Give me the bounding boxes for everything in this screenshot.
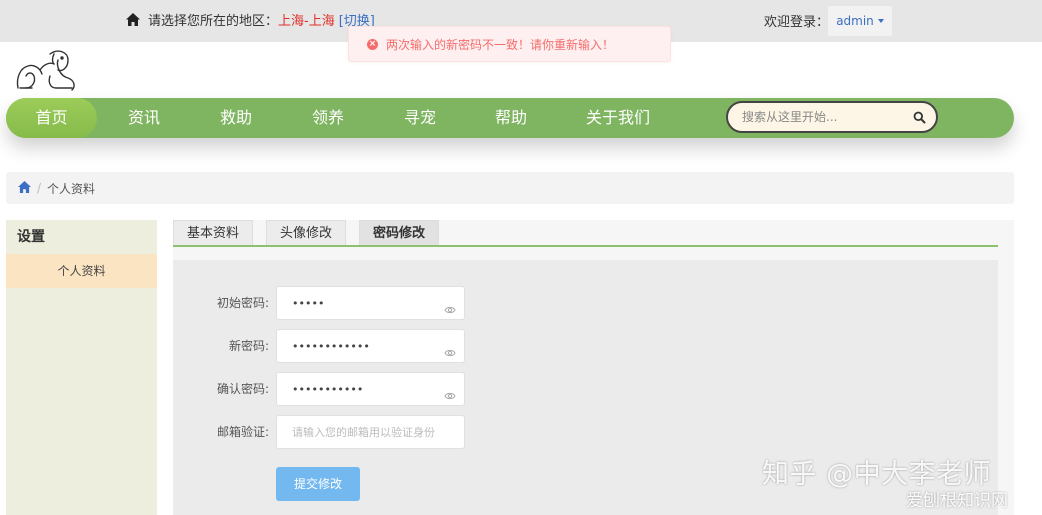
eye-icon[interactable] (444, 385, 456, 404)
old-password-label: 初始密码: (216, 296, 269, 310)
search-icon[interactable] (913, 109, 926, 128)
breadcrumb-current: 个人资料 (47, 181, 96, 196)
nav-item-news[interactable]: 资讯 (111, 98, 177, 138)
username: admin (836, 14, 874, 28)
tab-basic-info[interactable]: 基本资料 (173, 220, 253, 245)
new-password-field-wrap (276, 329, 465, 363)
watermark-site: 爱刨根知识网 (906, 491, 1008, 511)
site-logo[interactable] (14, 46, 80, 94)
old-password-field-wrap (276, 286, 465, 320)
toast-message: 两次输入的新密码不一致！请你重新输入！ (386, 37, 615, 52)
new-password-field[interactable] (290, 338, 440, 354)
error-circle-icon: × (367, 38, 378, 50)
region-city: 上海-上海 (278, 14, 335, 29)
region-prompt: 请选择您所在的地区： (148, 14, 279, 29)
tab-avatar[interactable]: 头像修改 (266, 220, 346, 245)
breadcrumb: / 个人资料 (6, 172, 1014, 204)
confirm-password-label: 确认密码: (216, 382, 269, 396)
email-code-field[interactable] (290, 424, 440, 440)
nav-item-adopt[interactable]: 领养 (295, 98, 361, 138)
nav-item-rescue[interactable]: 救助 (203, 98, 269, 138)
confirm-password-field-wrap (276, 372, 465, 406)
tab-password[interactable]: 密码修改 (359, 220, 439, 245)
sidebar-title: 设置 (17, 229, 45, 245)
tab-bar: 基本资料 头像修改 密码修改 (173, 220, 998, 247)
nav-item-home[interactable]: 首页 (6, 98, 97, 138)
nav-item-find-pet[interactable]: 寻宠 (387, 98, 453, 138)
submit-button[interactable]: 提交修改 (276, 467, 360, 501)
nav-item-about[interactable]: 关于我们 (578, 98, 658, 138)
confirm-password-field[interactable] (290, 381, 440, 397)
home-icon[interactable] (126, 13, 140, 26)
welcome-text: 欢迎登录： (764, 15, 830, 30)
old-password-field[interactable] (290, 295, 440, 311)
search-box (726, 101, 938, 133)
user-menu-button[interactable]: admin (828, 6, 892, 36)
email-code-label: 邮箱验证: (216, 425, 269, 439)
settings-sidebar: 设置 个人资料 (6, 220, 157, 515)
home-icon[interactable] (18, 180, 31, 196)
eye-icon[interactable] (444, 342, 456, 361)
region-selector: 请选择您所在的地区： 上海-上海 [切换] (126, 10, 375, 29)
nav-item-help[interactable]: 帮助 (478, 98, 544, 138)
search-input[interactable] (740, 109, 910, 125)
breadcrumb-separator: / (37, 181, 42, 195)
error-toast: × 两次输入的新密码不一致！请你重新输入！ (348, 26, 671, 62)
sidebar-item-profile[interactable]: 个人资料 (6, 254, 157, 288)
eye-icon[interactable] (444, 299, 456, 318)
email-code-field-wrap (276, 415, 465, 449)
new-password-label: 新密码: (228, 339, 269, 353)
caret-down-icon (877, 19, 884, 23)
